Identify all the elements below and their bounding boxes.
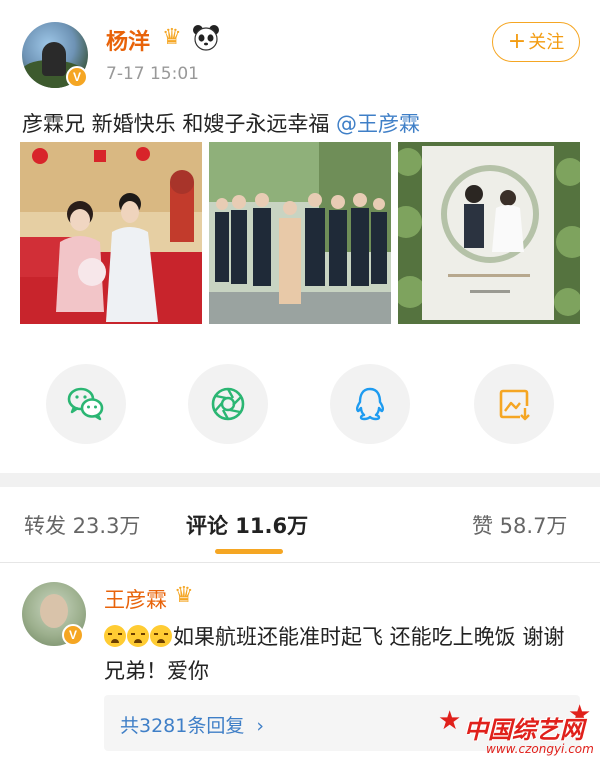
- follow-button[interactable]: + 关注: [492, 22, 580, 62]
- share-moments-button[interactable]: [188, 364, 268, 444]
- share-qq-button[interactable]: [330, 364, 410, 444]
- crown-icon: ♛: [162, 25, 182, 50]
- wedding-invitation-photo[interactable]: [398, 142, 580, 324]
- mention-link[interactable]: @王彦霖: [336, 112, 420, 136]
- watermark-url: www.czongyi.com: [486, 742, 594, 756]
- wechat-icon: [67, 387, 104, 421]
- post-header: V 杨洋 ♛ 7-17 15:01 + 关注: [0, 0, 600, 100]
- avatar-person: [42, 42, 66, 76]
- share-save-image-button[interactable]: [474, 364, 554, 444]
- groomsmen-photo[interactable]: [209, 142, 391, 324]
- save-image-icon: [499, 389, 530, 421]
- verified-badge-icon: V: [66, 66, 88, 88]
- share-wechat-button[interactable]: [46, 364, 126, 444]
- verified-badge-icon: V: [62, 624, 84, 646]
- section-divider: [0, 473, 600, 487]
- site-watermark: ★ ★ 中国综艺网 www.czongyi.com: [438, 702, 598, 764]
- active-tab-indicator: [215, 549, 283, 554]
- crying-emoji-icon: [150, 625, 172, 647]
- comment-body: 如果航班还能准时起飞 还能吃上晚饭 谢谢兄弟！爱你: [104, 625, 565, 683]
- moments-icon: [211, 387, 245, 421]
- crying-emoji-icon: [104, 625, 126, 647]
- post-text: 彦霖兄 新婚快乐 和嫂子永远幸福 @王彦霖: [22, 108, 420, 138]
- replies-count: 共3281条回复: [120, 715, 245, 737]
- tab-separator: [0, 562, 600, 563]
- comment-text: 如果航班还能准时起飞 还能吃上晚饭 谢谢兄弟！爱你: [104, 620, 574, 688]
- chevron-right-icon: ›: [256, 715, 265, 737]
- post-body: 彦霖兄 新婚快乐 和嫂子永远幸福: [22, 112, 337, 136]
- commenter-name[interactable]: 王彦霖: [104, 584, 167, 614]
- watermark-text: 中国综艺网: [464, 716, 584, 744]
- panda-icon: [193, 25, 219, 51]
- tab-comments[interactable]: 评论 11.6万: [186, 510, 308, 540]
- author-name[interactable]: 杨洋: [106, 24, 150, 56]
- crying-emoji-icon: [127, 625, 149, 647]
- tab-repost[interactable]: 转发 23.3万: [24, 510, 140, 540]
- star-icon: ★: [438, 706, 462, 736]
- post-timestamp: 7-17 15:01: [106, 64, 199, 84]
- avatar-face: [40, 594, 68, 628]
- qq-icon: [355, 387, 385, 421]
- tab-likes[interactable]: 赞 58.7万: [472, 510, 567, 540]
- wedding-couple-photo[interactable]: [20, 142, 202, 324]
- plus-icon: +: [507, 29, 527, 54]
- follow-label: 关注: [528, 32, 565, 53]
- crown-icon: ♛: [174, 583, 194, 608]
- replies-link[interactable]: 共3281条回复 ›: [120, 711, 264, 738]
